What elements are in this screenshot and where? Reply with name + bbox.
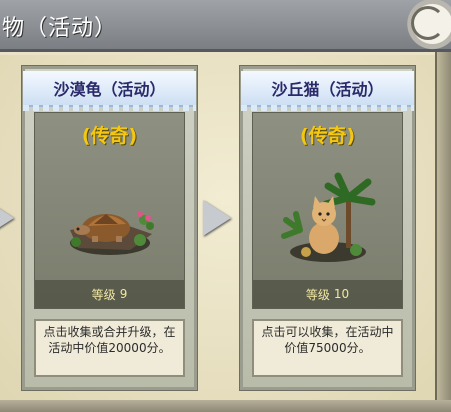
middle-arrow-icon xyxy=(203,200,231,236)
rarity-label: (传奇) xyxy=(299,125,356,147)
banner-title: 物（活动） xyxy=(2,16,118,41)
card-title: 沙漠龟（活动） xyxy=(53,80,166,99)
level-bar: 等级 9 xyxy=(35,280,184,308)
creature-card-sand-cat[interactable]: 沙丘猫（活动） (传奇) 等级 10 点击可以收集，在活动中价值75000分。 xyxy=(240,66,415,390)
card-header: 沙丘猫（活动） xyxy=(241,71,414,111)
level-label: 等级 xyxy=(91,287,116,302)
level-value: 10 xyxy=(333,287,350,301)
level-bar: 等级 10 xyxy=(253,280,402,308)
card-portrait: (传奇) 等级 10 xyxy=(252,112,403,309)
desert-tortoise-icon xyxy=(70,211,154,255)
card-description: 点击收集或合并升级，在活动中价值20000分。 xyxy=(34,319,185,377)
card-portrait: (传奇) 等级 9 xyxy=(34,112,185,309)
card-title: 沙丘猫（活动） xyxy=(271,80,384,99)
sand-cat-icon xyxy=(281,172,376,262)
creature-card-desert-tortoise[interactable]: 沙漠龟（活动） (传奇) 等级 9 点击收集或合并升级，在活动中价值20000分… xyxy=(22,66,197,390)
level-label: 等级 xyxy=(305,287,330,302)
card-header: 沙漠龟（活动） xyxy=(23,71,196,111)
level-value: 9 xyxy=(119,287,128,301)
bottom-frame xyxy=(0,400,451,412)
card-description: 点击可以收集，在活动中价值75000分。 xyxy=(252,319,403,377)
left-arrow-icon xyxy=(0,200,14,236)
rarity-label: (传奇) xyxy=(81,125,138,147)
corner-ornament-icon xyxy=(389,0,451,60)
right-frame xyxy=(435,52,451,412)
top-banner: 物（活动） xyxy=(0,0,451,60)
